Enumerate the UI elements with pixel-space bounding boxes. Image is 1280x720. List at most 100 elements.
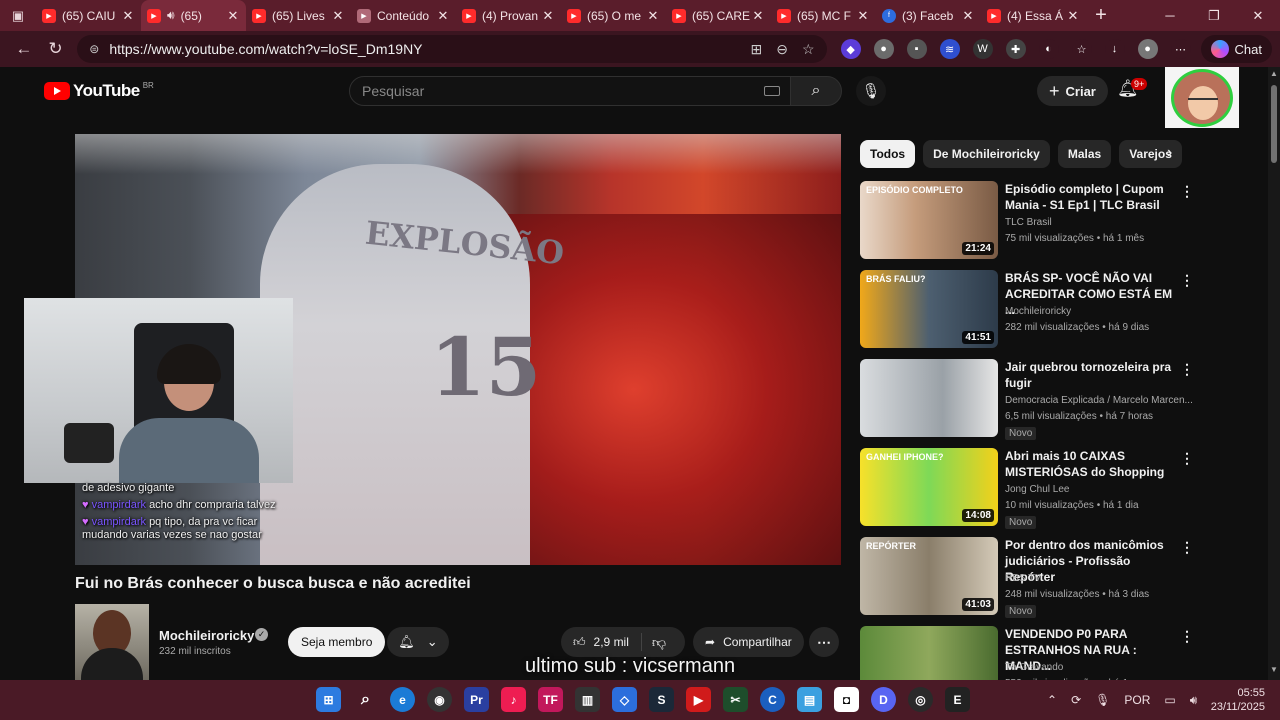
capcut-icon[interactable]: ✂ bbox=[723, 687, 748, 712]
capture-app-icon[interactable]: ◘ bbox=[834, 687, 859, 712]
favorite-star-icon[interactable]: ☆ bbox=[802, 41, 815, 58]
video-thumbnail[interactable]: EPISÓDIO COMPLETO 21:24 bbox=[860, 181, 998, 259]
kebab-menu-icon[interactable]: ⋮ bbox=[1180, 539, 1194, 556]
page-scrollbar[interactable]: ▲ ▼ bbox=[1268, 67, 1280, 680]
tiktok-icon[interactable]: ♪ bbox=[501, 687, 526, 712]
filter-chip[interactable]: Malas bbox=[1057, 140, 1112, 168]
video-thumbnail[interactable]: GANHEI IPHONE? 14:08 bbox=[860, 448, 998, 526]
obs-icon[interactable]: ◉ bbox=[427, 687, 452, 712]
recommended-video[interactable]: EPISÓDIO COMPLETO 21:24 Episódio completo … bbox=[860, 181, 1200, 270]
browser-tab[interactable]: f (3) Faceb ✕ bbox=[876, 0, 981, 31]
browser-tab[interactable]: ▶ (65) O me ✕ bbox=[561, 0, 666, 31]
back-button[interactable]: ← bbox=[8, 39, 40, 59]
volume-icon[interactable]: 🔊︎ bbox=[1190, 693, 1198, 708]
taskbar-clock[interactable]: 05:55 23/11/2025 bbox=[1207, 686, 1265, 714]
more-actions-button[interactable]: ⋯ bbox=[809, 627, 839, 657]
recommended-channel[interactable]: Jong Chul Lee bbox=[1005, 484, 1195, 495]
browser-tab[interactable]: ▶ (65) Lives ✕ bbox=[246, 0, 351, 31]
mic-tray-icon[interactable]: 🎙 bbox=[1095, 693, 1110, 707]
recommended-title[interactable]: Jair quebrou tornozeleira pra fugir bbox=[1005, 359, 1180, 391]
close-tab-icon[interactable]: ✕ bbox=[856, 8, 870, 24]
close-tab-icon[interactable]: ✕ bbox=[331, 8, 345, 24]
maximize-button[interactable]: ❐ bbox=[1192, 8, 1236, 24]
kebab-menu-icon[interactable]: ⋮ bbox=[1180, 272, 1194, 289]
like-button[interactable]: 👍︎ 2,9 mil bbox=[561, 633, 642, 651]
language-indicator[interactable]: POR bbox=[1124, 693, 1150, 707]
close-tab-icon[interactable]: ✕ bbox=[226, 8, 240, 24]
recommended-title[interactable]: Abri mais 10 CAIXAS MISTERIÓSAS do Shopp… bbox=[1005, 448, 1180, 480]
recommended-video[interactable]: BRÁS FALIU? 41:51 BRÁS SP- VOCÊ NÃO VAI AC… bbox=[860, 270, 1200, 359]
video-thumbnail[interactable]: BRÁS FALIU? 41:51 bbox=[860, 270, 998, 348]
join-member-button[interactable]: Seja membro bbox=[288, 627, 386, 657]
recommended-channel[interactable]: RBS TV bbox=[1005, 573, 1195, 584]
share-button[interactable]: ➦ Compartilhar bbox=[693, 627, 804, 657]
close-tab-icon[interactable]: ✕ bbox=[436, 8, 450, 24]
xbox-game-icon[interactable]: ◎ bbox=[908, 687, 933, 712]
kebab-menu-icon[interactable]: ⋮ bbox=[1180, 183, 1194, 200]
site-info-icon[interactable]: ⊜ bbox=[89, 42, 99, 56]
video-thumbnail[interactable] bbox=[860, 359, 998, 437]
filter-chip[interactable]: Varejos bbox=[1119, 140, 1182, 168]
close-window-button[interactable]: ✕ bbox=[1236, 8, 1280, 24]
browser-tab[interactable]: ▶ (65) CAIU ✕ bbox=[36, 0, 141, 31]
filter-chip[interactable]: Todos bbox=[860, 140, 916, 168]
search-input[interactable]: Pesquisar bbox=[349, 76, 791, 106]
filter-chip[interactable]: De Mochileiroricky bbox=[923, 140, 1050, 168]
network-icon[interactable]: ▭ bbox=[1164, 693, 1175, 707]
profile-avatar-icon[interactable]: ● bbox=[1137, 39, 1158, 59]
close-tab-icon[interactable]: ✕ bbox=[1066, 8, 1080, 24]
browser-tab[interactable]: ▶ (4) Provan ✕ bbox=[456, 0, 561, 31]
reload-button[interactable]: ↻ bbox=[40, 39, 72, 59]
search-taskbar-icon[interactable]: ⌕ bbox=[353, 687, 378, 712]
create-button[interactable]: + Criar bbox=[1037, 76, 1108, 106]
chevron-right-icon[interactable]: › bbox=[1167, 144, 1172, 162]
app-available-icon[interactable]: ⊞ bbox=[751, 41, 763, 58]
recommended-title[interactable]: Episódio completo | Cupom Mania - S1 Ep1… bbox=[1005, 181, 1180, 213]
sync-icon[interactable]: ⟳ bbox=[1071, 693, 1081, 707]
workspaces-icon[interactable]: ▣ bbox=[0, 0, 36, 31]
channel-name[interactable]: Mochileiroricky bbox=[159, 628, 254, 643]
close-tab-icon[interactable]: ✕ bbox=[751, 8, 765, 24]
youtube-app-icon[interactable]: ▶ bbox=[686, 687, 711, 712]
vtube-app-icon[interactable]: ◇ bbox=[612, 687, 637, 712]
settings-menu-icon[interactable]: ⋯ bbox=[1170, 39, 1191, 59]
extension-ublock-icon[interactable]: ▪ bbox=[906, 39, 927, 59]
scroll-up-arrow-icon[interactable]: ▲ bbox=[1270, 69, 1278, 78]
close-tab-icon[interactable]: ✕ bbox=[646, 8, 660, 24]
recommended-channel[interactable]: Tá Gravando bbox=[1005, 662, 1195, 673]
browser-tab[interactable]: ▶ (65) MC F ✕ bbox=[771, 0, 876, 31]
channel-avatar[interactable] bbox=[75, 604, 149, 680]
favorites-icon[interactable]: ☆ bbox=[1071, 39, 1092, 59]
recommended-video[interactable]: REPÓRTER 41:03 Por dentro dos manicômios j… bbox=[860, 537, 1200, 626]
split-screen-icon[interactable]: ◐ bbox=[1038, 39, 1059, 59]
video-thumbnail[interactable]: REPÓRTER 41:03 bbox=[860, 537, 998, 615]
keyboard-icon[interactable] bbox=[764, 86, 780, 96]
speaker-icon[interactable]: 🔊︎ bbox=[167, 8, 175, 23]
chrome-like-icon[interactable]: C bbox=[760, 687, 785, 712]
youtube-logo[interactable]: YouTube BR bbox=[44, 81, 154, 101]
dislike-button[interactable]: 👎︎ bbox=[642, 634, 676, 651]
start-menu-icon[interactable]: ⊞ bbox=[316, 687, 341, 712]
browser-tab[interactable]: ▶ (65) CARE ✕ bbox=[666, 0, 771, 31]
close-tab-icon[interactable]: ✕ bbox=[961, 8, 975, 24]
recommended-channel[interactable]: Democracia Explicada / Marcelo Marcen... bbox=[1005, 395, 1195, 406]
video-thumbnail[interactable] bbox=[860, 626, 998, 680]
recommended-channel[interactable]: TLC Brasil bbox=[1005, 217, 1195, 228]
copilot-chat-button[interactable]: Chat bbox=[1200, 35, 1273, 63]
browser-tab[interactable]: ▶ Conteúdo ✕ bbox=[351, 0, 456, 31]
kebab-menu-icon[interactable]: ⋮ bbox=[1180, 361, 1194, 378]
voice-search-button[interactable]: 🎙 bbox=[856, 76, 886, 106]
browser-tab[interactable]: ▶ 🔊︎ (65) ✕ bbox=[141, 0, 246, 31]
extension-wave-icon[interactable]: ≋ bbox=[939, 39, 960, 59]
user-avatar[interactable] bbox=[1165, 67, 1239, 128]
kebab-menu-icon[interactable]: ⋮ bbox=[1180, 628, 1194, 645]
chevron-up-icon[interactable]: ⌃ bbox=[1047, 693, 1057, 707]
extension-w-icon[interactable]: W bbox=[972, 39, 993, 59]
scrollbar-thumb[interactable] bbox=[1271, 85, 1277, 163]
audio-app-icon[interactable]: ▥ bbox=[575, 687, 600, 712]
epic-games-icon[interactable]: E bbox=[945, 687, 970, 712]
extension-owl-icon[interactable]: ● bbox=[873, 39, 894, 59]
edge-browser-icon[interactable]: e bbox=[390, 687, 415, 712]
recommended-video[interactable]: GANHEI IPHONE? 14:08 Abri mais 10 CAIXAS M… bbox=[860, 448, 1200, 537]
downloads-icon[interactable]: ↓ bbox=[1104, 39, 1125, 59]
